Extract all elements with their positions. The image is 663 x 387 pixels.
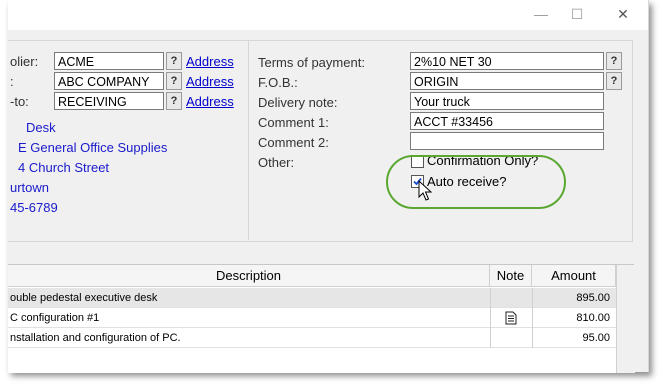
supplier-address-link[interactable]: Address (186, 54, 234, 69)
row-note (490, 328, 532, 348)
close-button[interactable]: ✕ (608, 4, 638, 24)
row-description: nstallation and configuration of PC. (10, 332, 181, 344)
terms-field[interactable]: 2%10 NET 30 (410, 52, 604, 70)
vertical-scrollbar[interactable] (616, 265, 635, 373)
shipto-address-link[interactable]: Address (186, 94, 234, 109)
other-label: Other: (258, 155, 295, 170)
address-line-4: urtown (10, 180, 50, 195)
shipto-label: -to: (10, 94, 29, 109)
ship-field[interactable]: ABC COMPANY (54, 72, 164, 90)
shipto-lookup-button[interactable]: ? (166, 92, 182, 110)
delivery-note-field[interactable]: Your truck (410, 92, 604, 110)
row-amount: 95.00 (532, 328, 614, 348)
maximize-button[interactable]: ☐ (562, 4, 592, 24)
comment1-field[interactable]: ACCT #33456 (410, 112, 604, 130)
comment2-label: Comment 2: (258, 135, 329, 150)
comment2-field[interactable] (410, 132, 604, 150)
description-column-header[interactable]: Description (8, 265, 490, 287)
address-line-5: 45-6789 (10, 200, 58, 215)
document-icon[interactable] (505, 311, 517, 325)
minimize-button[interactable]: — (526, 4, 556, 24)
mouse-cursor-icon (418, 180, 432, 201)
ship-lookup-button[interactable]: ? (166, 72, 182, 90)
purchase-order-window: — ☐ ✕ olier: ACME ? Address : ABC COMPAN… (8, 0, 649, 373)
terms-label: Terms of payment: (258, 55, 365, 70)
note-column-header[interactable]: Note (490, 265, 532, 287)
delivery-note-label: Delivery note: (258, 95, 338, 110)
amount-column-header[interactable]: Amount (532, 265, 616, 287)
ship-address-link[interactable]: Address (186, 74, 234, 89)
shipto-field[interactable]: RECEIVING (54, 92, 164, 110)
fob-label: F.O.B.: (258, 75, 298, 90)
title-bar: — ☐ ✕ (8, 0, 648, 30)
row-note[interactable] (490, 308, 532, 328)
address-line-2: E General Office Supplies (18, 140, 168, 155)
terms-lookup-button[interactable]: ? (606, 52, 622, 70)
fob-field[interactable]: ORIGIN (410, 72, 604, 90)
supplier-lookup-button[interactable]: ? (166, 52, 182, 70)
row-description: C configuration #1 (10, 312, 100, 324)
row-amount: 810.00 (532, 308, 614, 328)
ship-label: : (10, 74, 14, 89)
supplier-label: olier: (10, 54, 39, 69)
supplier-field[interactable]: ACME (54, 52, 164, 70)
address-line-1: Desk (26, 120, 56, 135)
highlight-oval (386, 155, 566, 209)
panel-divider (248, 40, 249, 240)
table-row[interactable]: ouble pedestal executive desk 895.00 (8, 288, 616, 308)
address-line-3: 4 Church Street (18, 160, 110, 175)
table-row[interactable]: C configuration #1 810.00 (8, 308, 616, 328)
row-amount: 895.00 (532, 288, 614, 308)
table-row[interactable]: nstallation and configuration of PC. 95.… (8, 328, 616, 348)
row-description: ouble pedestal executive desk (10, 292, 158, 304)
line-items-table: Description Note Amount ouble pedestal e… (8, 264, 635, 373)
row-note (490, 288, 532, 308)
comment1-label: Comment 1: (258, 115, 329, 130)
fob-lookup-button[interactable]: ? (606, 72, 622, 90)
